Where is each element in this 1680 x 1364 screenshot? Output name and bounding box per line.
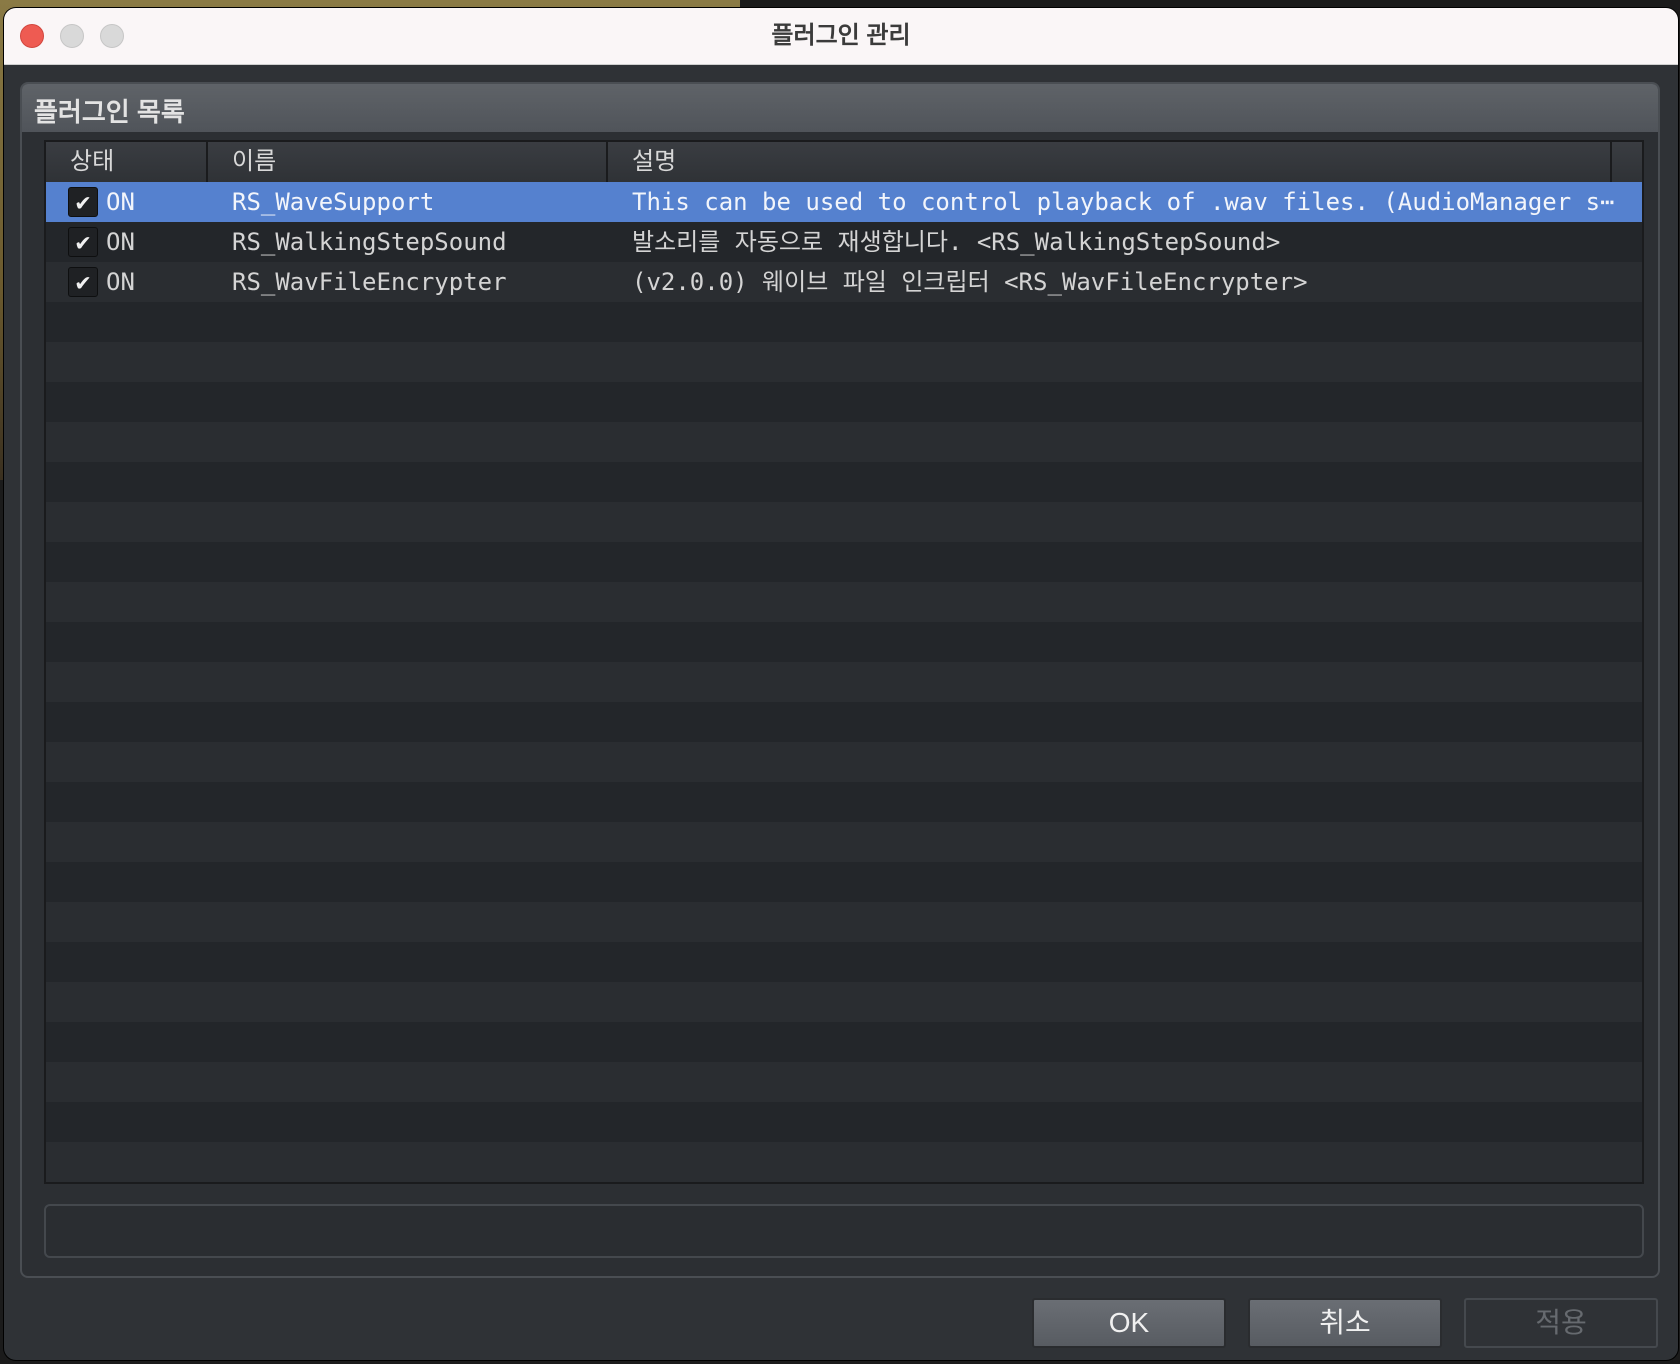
column-header-description[interactable]: 설명 [608, 142, 1612, 182]
empty-table-row [46, 662, 1642, 702]
empty-table-row [46, 582, 1642, 622]
empty-table-row [46, 942, 1642, 982]
plugin-description: 발소리를 자동으로 재생합니다. <RS_WalkingStepSound> [632, 228, 1281, 256]
plugin-table: 상태 이름 설명 ✔ ON RS_WaveSupport This can be us… [44, 140, 1644, 1184]
plugin-description: This can be used to control playback of … [632, 188, 1615, 216]
empty-table-row [46, 1102, 1642, 1142]
plugin-name: RS_WalkingStepSound [232, 228, 507, 256]
empty-table-row [46, 422, 1642, 462]
empty-table-row [46, 902, 1642, 942]
plugin-manager-window: 플러그인 관리 플러그인 목록 상태 이름 설명 ✔ ON RS_WaveSuppo… [4, 8, 1678, 1360]
table-row[interactable]: ✔ ON RS_WaveSupport This can be used to con… [46, 182, 1642, 222]
column-header-filler [1612, 142, 1642, 182]
plugin-name: RS_WavFileEncrypter [232, 268, 507, 296]
plugin-description: (v2.0.0) 웨이브 파일 인크립터 <RS_WavFileEncrypte… [632, 268, 1308, 296]
plugin-list-group-header: 플러그인 목록 [22, 84, 1658, 132]
empty-table-row [46, 342, 1642, 382]
status-label: ON [106, 268, 135, 296]
column-header-status[interactable]: 상태 [46, 142, 208, 182]
plugin-list-title: 플러그인 목록 [34, 97, 185, 127]
plugin-name: RS_WaveSupport [232, 188, 435, 216]
status-label: ON [106, 188, 135, 216]
status-cell: ✔ ON [46, 262, 208, 302]
empty-table-row [46, 302, 1642, 342]
empty-table-row [46, 1022, 1642, 1062]
empty-table-row [46, 862, 1642, 902]
cancel-button[interactable]: 취소 [1248, 1298, 1442, 1348]
enabled-checkbox[interactable]: ✔ [68, 187, 98, 217]
table-row[interactable]: ✔ ON RS_WalkingStepSound 발소리를 자동으로 재생합니다. <… [46, 222, 1642, 262]
plugin-help-box [44, 1204, 1644, 1258]
window-title: 플러그인 관리 [771, 22, 911, 49]
empty-table-row [46, 702, 1642, 742]
empty-table-row [46, 782, 1642, 822]
column-header-name[interactable]: 이름 [208, 142, 608, 182]
enabled-checkbox[interactable]: ✔ [68, 227, 98, 257]
status-cell: ✔ ON [46, 222, 208, 262]
status-label: ON [106, 228, 135, 256]
enabled-checkbox[interactable]: ✔ [68, 267, 98, 297]
empty-table-row [46, 1142, 1642, 1182]
apply-button[interactable]: 적용 [1464, 1298, 1658, 1348]
empty-table-row [46, 622, 1642, 662]
table-body: ✔ ON RS_WaveSupport This can be used to con… [46, 182, 1642, 1182]
empty-table-row [46, 382, 1642, 422]
empty-table-row [46, 742, 1642, 782]
table-row[interactable]: ✔ ON RS_WavFileEncrypter (v2.0.0) 웨이브 파일 인크… [46, 262, 1642, 302]
empty-table-row [46, 1062, 1642, 1102]
empty-table-row [46, 462, 1642, 502]
table-header: 상태 이름 설명 [46, 142, 1642, 183]
empty-table-row [46, 982, 1642, 1022]
title-bar: 플러그인 관리 [4, 8, 1678, 65]
empty-table-row [46, 502, 1642, 542]
status-cell: ✔ ON [46, 182, 208, 222]
empty-table-row [46, 822, 1642, 862]
ok-button[interactable]: OK [1032, 1298, 1226, 1348]
empty-table-row [46, 542, 1642, 582]
